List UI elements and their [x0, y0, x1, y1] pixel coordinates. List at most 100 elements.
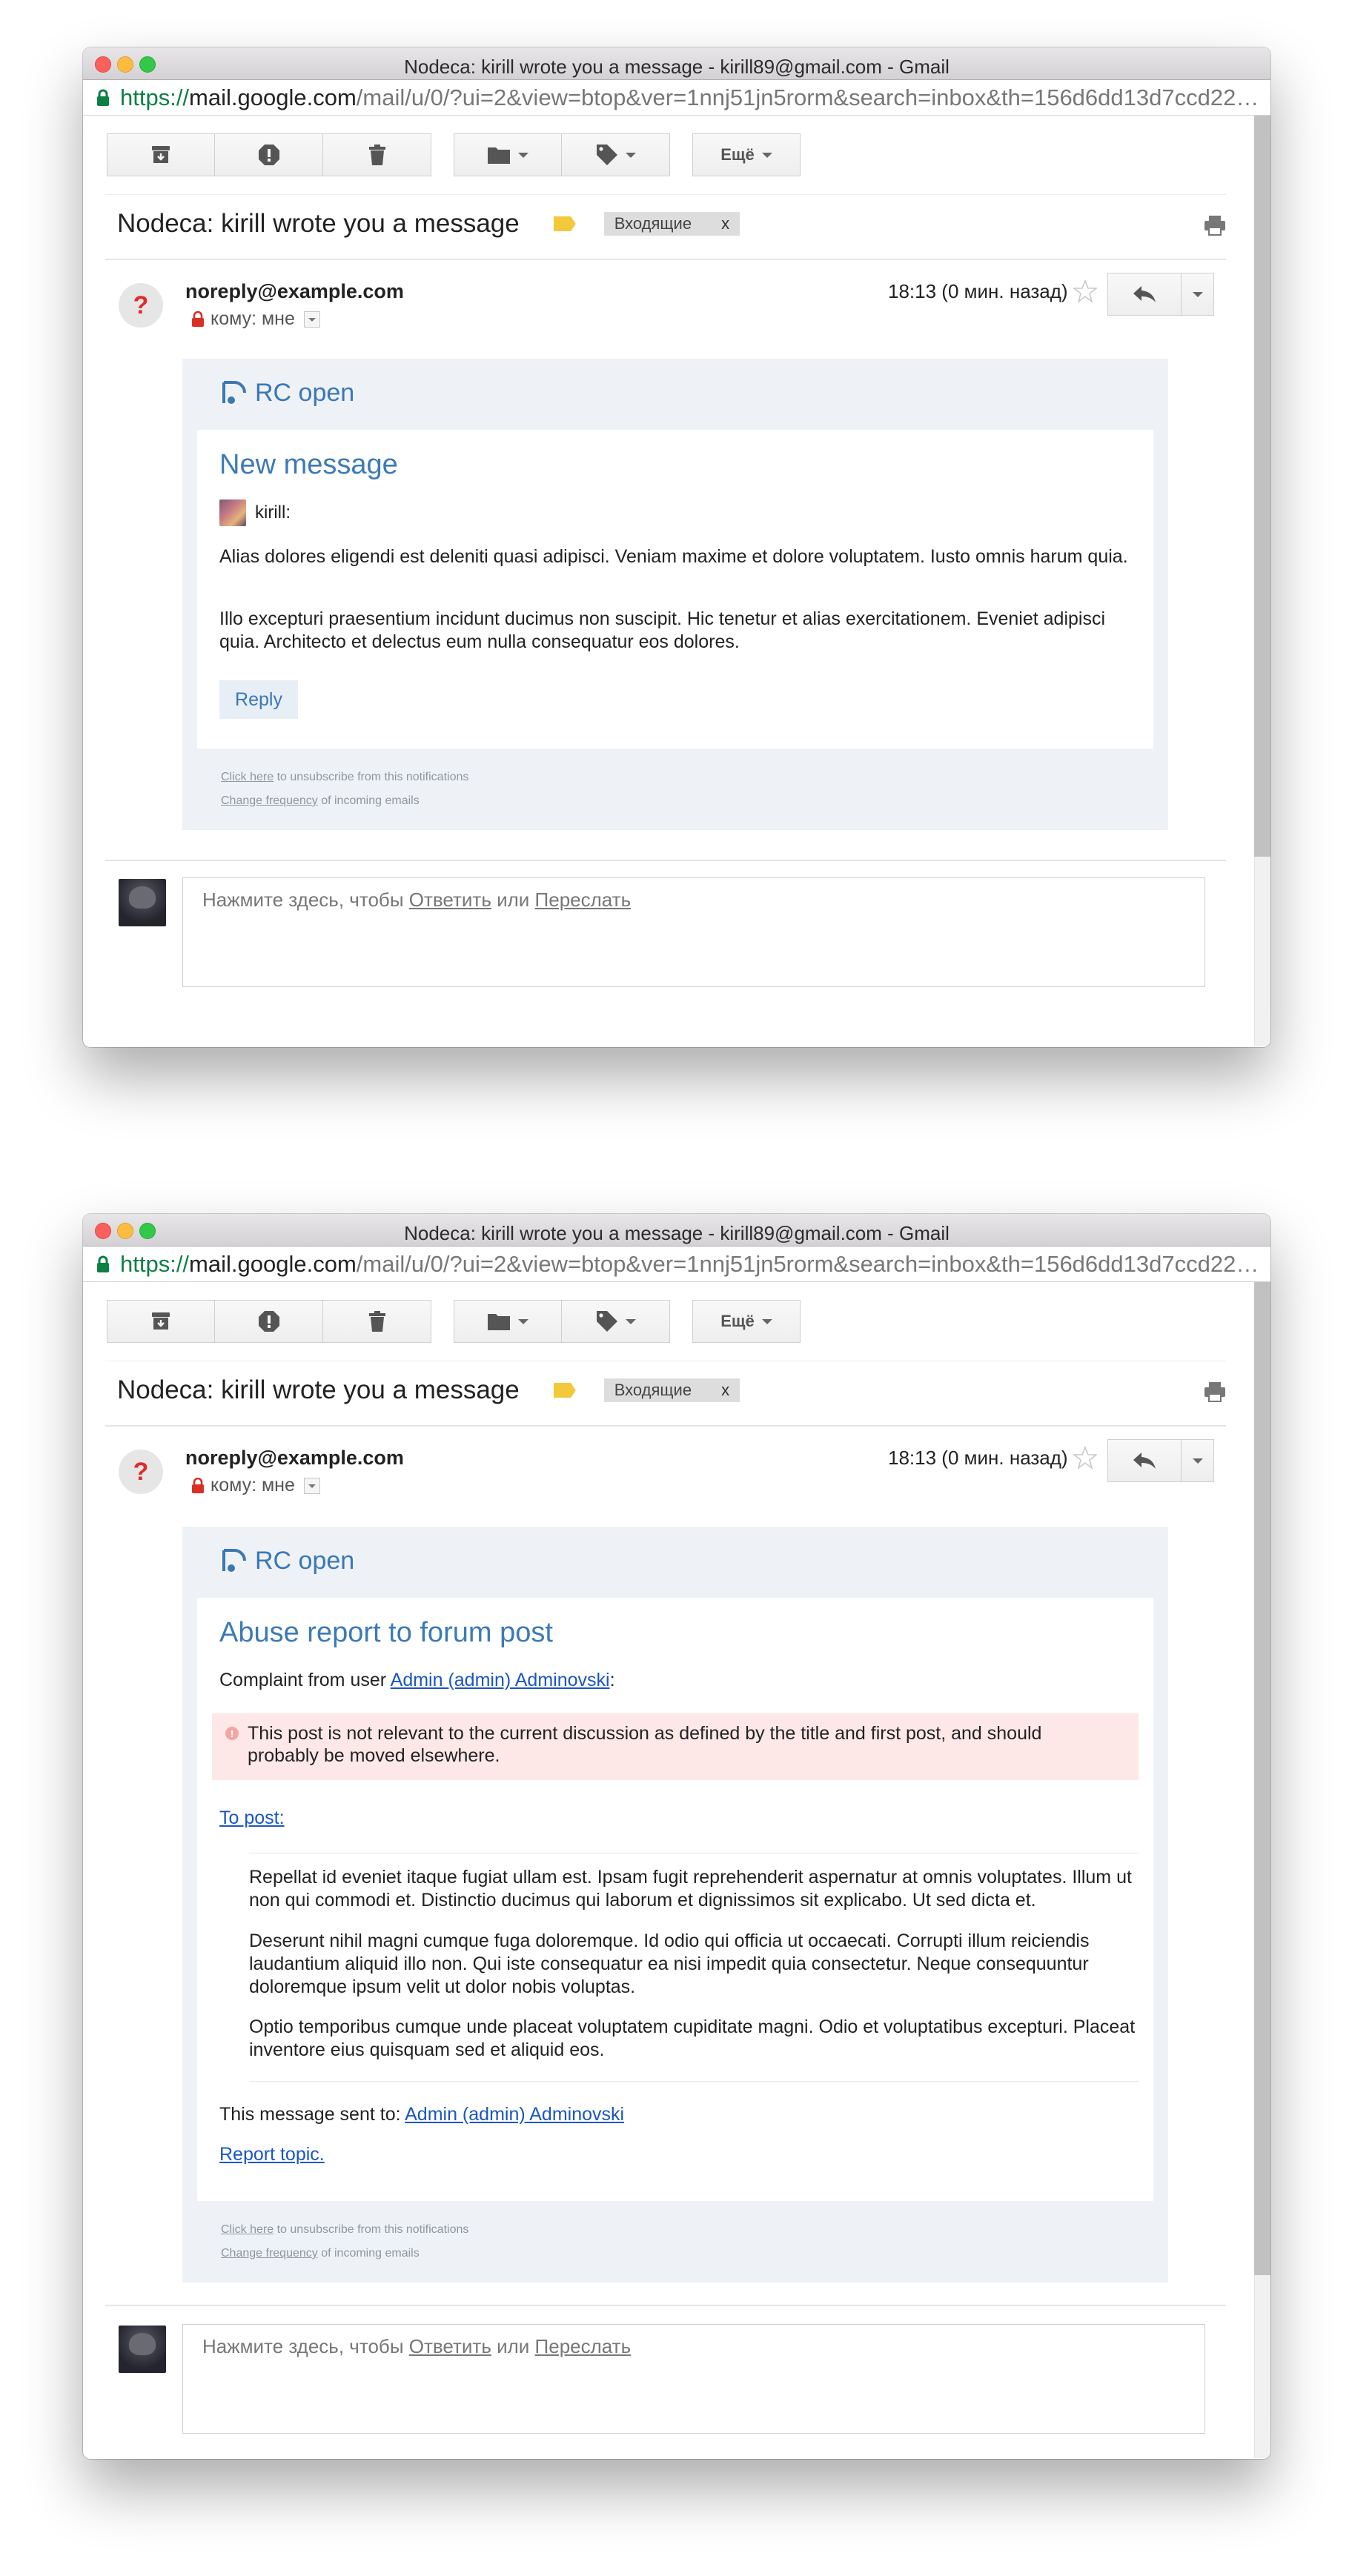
compose-forward-link[interactable]: Переслать	[535, 889, 632, 911]
compose-reply-link[interactable]: Ответить	[409, 2335, 491, 2357]
chevron-down-icon	[625, 1318, 636, 1324]
subject-title: Nodeca: kirill wrote you a message	[117, 209, 520, 238]
to-post-link[interactable]: To post:	[219, 1807, 285, 1828]
author-row: kirill:	[219, 499, 291, 526]
more-button[interactable]: Ещё	[692, 133, 801, 176]
trash-icon	[368, 1311, 385, 1332]
scrollbar-thumb[interactable]	[1254, 116, 1270, 857]
report-reason-alert: ! This post is not relevant to the curre…	[212, 1713, 1139, 1780]
quick-reply-box[interactable]: Нажмите здесь, чтобы Ответить или Пересл…	[182, 2324, 1205, 2434]
scrollbar[interactable]	[1254, 1282, 1270, 2458]
unknown-sender-glyph: ?	[133, 291, 149, 319]
remove-label-button[interactable]: x	[721, 1381, 729, 1400]
message-more-button[interactable]	[1182, 1439, 1214, 1482]
subject-separator	[105, 259, 1226, 260]
lock-icon	[192, 311, 204, 327]
sender-email[interactable]: noreply@example.com	[185, 1447, 404, 1470]
unsubscribe-link[interactable]: Click here	[221, 2223, 274, 2236]
star-icon[interactable]	[1073, 279, 1097, 303]
label-icon	[596, 1311, 617, 1332]
user-avatar[interactable]	[119, 2326, 166, 2373]
browser-window-new-message: Nodeca: kirill wrote you a message - kir…	[83, 47, 1270, 1047]
report-spam-button[interactable]	[215, 133, 323, 176]
recipients-row: кому: мне	[191, 308, 320, 330]
abuse-report-card: Abuse report to forum post Complaint fro…	[197, 1598, 1153, 2201]
importance-marker-icon[interactable]	[553, 216, 576, 231]
message-more-button[interactable]	[1182, 273, 1214, 316]
subject-title: Nodeca: kirill wrote you a message	[117, 1375, 520, 1404]
trash-icon	[368, 145, 385, 165]
reply-link-button[interactable]: Reply	[219, 680, 298, 719]
url-path: /mail/u/0/?ui=2&view=btop&ver=1nnj51jn5r…	[356, 84, 1270, 110]
url-path: /mail/u/0/?ui=2&view=btop&ver=1nnj51jn5r…	[356, 1250, 1270, 1277]
address-bar[interactable]: https:// mail.google.com /mail/u/0/?ui=2…	[83, 80, 1270, 116]
recipient-user-link[interactable]: Admin (admin) Adminovski	[405, 2104, 624, 2125]
print-icon[interactable]	[1204, 215, 1226, 236]
delete-button[interactable]	[323, 1300, 431, 1343]
message-paragraph: Illo excepturi praesentium incidunt duci…	[219, 608, 1106, 652]
gmail-toolbar: Ещё	[107, 133, 823, 176]
inbox-label-chip[interactable]: Входящие x	[603, 1378, 740, 1402]
folder-icon	[488, 147, 510, 164]
compose-forward-link[interactable]: Переслать	[535, 2335, 632, 2357]
reply-icon	[1133, 1453, 1156, 1469]
more-label: Ещё	[720, 1312, 755, 1330]
frequency-note: Change frequency of incoming emails	[221, 2247, 420, 2260]
print-icon[interactable]	[1204, 1381, 1226, 1402]
more-label: Ещё	[720, 145, 755, 164]
toolbar-more-group: Ещё	[692, 133, 801, 176]
gmail-content: Ещё Nodeca: kirill wrote you a message В…	[83, 1282, 1270, 2458]
delete-button[interactable]	[323, 133, 431, 176]
labels-button[interactable]	[562, 1300, 670, 1343]
compose-separator	[105, 2305, 1226, 2306]
archive-button[interactable]	[107, 1300, 215, 1343]
chevron-down-icon	[625, 152, 636, 158]
report-spam-button[interactable]	[215, 1300, 323, 1343]
user-avatar[interactable]	[119, 879, 166, 926]
scrollbar[interactable]	[1254, 116, 1270, 1046]
brand-logo[interactable]: RC open	[219, 378, 354, 408]
window-titlebar: Nodeca: kirill wrote you a message - kir…	[83, 47, 1270, 80]
reply-button[interactable]	[1107, 1439, 1182, 1482]
move-to-button[interactable]	[454, 133, 562, 176]
quick-reply-box[interactable]: Нажмите здесь, чтобы Ответить или Пересл…	[182, 877, 1205, 987]
sender-email[interactable]: noreply@example.com	[185, 280, 404, 303]
compose-reply-link[interactable]: Ответить	[409, 889, 491, 911]
change-frequency-link[interactable]: Change frequency	[221, 794, 318, 807]
reply-actions	[1107, 273, 1214, 316]
remove-label-button[interactable]: x	[721, 214, 729, 233]
brand-logo-icon	[222, 381, 246, 404]
labels-button[interactable]	[562, 133, 670, 176]
unsubscribe-note: Click here to unsubscribe from this noti…	[221, 2223, 469, 2236]
star-icon[interactable]	[1073, 1446, 1097, 1470]
show-details-button[interactable]	[303, 311, 320, 328]
report-topic-link[interactable]: Report topic.	[219, 2144, 325, 2165]
recipients-text: кому: мне	[211, 1475, 295, 1496]
url-host: mail.google.com	[189, 1250, 357, 1277]
reply-actions	[1107, 1439, 1214, 1482]
change-frequency-link[interactable]: Change frequency	[221, 2247, 318, 2260]
unsubscribe-link[interactable]: Click here	[221, 771, 274, 783]
secure-lock-icon	[97, 1255, 109, 1272]
importance-marker-icon[interactable]	[553, 1383, 576, 1398]
folder-icon	[488, 1314, 510, 1330]
archive-icon	[152, 1312, 170, 1330]
move-to-button[interactable]	[454, 1300, 562, 1343]
address-bar[interactable]: https:// mail.google.com /mail/u/0/?ui=2…	[83, 1246, 1270, 1282]
author-name: kirill:	[255, 502, 291, 522]
quote-bottom-rule	[249, 2081, 1139, 2082]
show-details-button[interactable]	[303, 1477, 320, 1494]
sender-avatar[interactable]: ?	[119, 283, 163, 328]
email-title: New message	[219, 449, 398, 480]
scrollbar-thumb[interactable]	[1254, 1282, 1270, 2275]
archive-button[interactable]	[107, 133, 215, 176]
more-button[interactable]: Ещё	[692, 1300, 801, 1343]
archive-icon	[152, 146, 170, 163]
recipients-row: кому: мне	[191, 1475, 320, 1496]
reply-button[interactable]	[1107, 273, 1182, 316]
complainant-user-link[interactable]: Admin (admin) Adminovski	[391, 1670, 610, 1690]
brand-logo[interactable]: RC open	[219, 1546, 354, 1576]
brand-name: RC open	[255, 378, 355, 407]
sender-avatar[interactable]: ?	[119, 1450, 163, 1494]
inbox-label-chip[interactable]: Входящие x	[603, 212, 740, 236]
